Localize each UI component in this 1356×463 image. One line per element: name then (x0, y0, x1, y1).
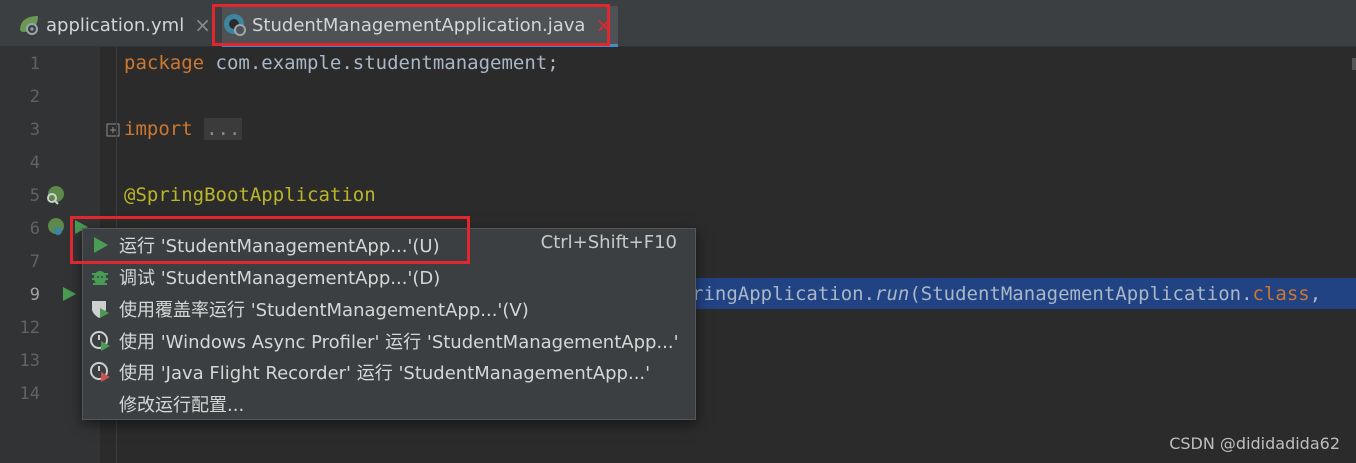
keyword: class (1252, 283, 1310, 305)
profiler-icon (89, 330, 111, 352)
menu-item-label: 调试 'StudentManagementApp...'(D) (119, 268, 441, 289)
package-name: com.example.studentmanagement; (204, 52, 559, 74)
line-number: 13 (19, 351, 40, 371)
editor-tab-bar: application.yml × StudentManagementAppli… (0, 0, 1356, 47)
menu-item-label: 使用 'Java Flight Recorder' 运行 'StudentMan… (119, 363, 651, 384)
code-text: ringApplication. (692, 283, 876, 305)
menu-item-label: 使用覆盖率运行 'StudentManagementApp...'(V) (119, 300, 529, 321)
close-icon[interactable]: × (194, 13, 211, 37)
line-number: 14 (19, 384, 40, 404)
line-number: 7 (29, 252, 40, 272)
watermark: CSDN @dididadida62 (1169, 434, 1340, 453)
line-number: 2 (29, 87, 40, 107)
annotation: @SpringBootApplication (124, 184, 376, 206)
line-number: 5 (29, 186, 40, 206)
line-number: 3 (29, 120, 40, 140)
menu-item-async-profiler[interactable]: 使用 'Windows Async Profiler' 运行 'StudentM… (83, 325, 695, 356)
code-line-3[interactable]: import ... (124, 118, 243, 140)
code-text: , (1309, 283, 1322, 305)
code-line-1[interactable]: package com.example.studentmanagement; (124, 52, 559, 74)
line-number: 1 (29, 54, 40, 74)
menu-item-label: 使用 'Windows Async Profiler' 运行 'StudentM… (119, 332, 679, 353)
line-number: 4 (29, 153, 40, 173)
code-text: (StudentManagementApplication. (909, 283, 1253, 305)
flight-recorder-icon (89, 361, 111, 383)
line-number: 6 (29, 219, 40, 239)
keyword: package (124, 52, 205, 74)
menu-item-coverage[interactable]: 使用覆盖率运行 'StudentManagementApp...'(V) (83, 293, 695, 324)
menu-item-label: 修改运行配置... (119, 395, 245, 416)
spring-config-icon (16, 12, 42, 38)
spring-bean-icon[interactable] (44, 184, 66, 210)
code-line-6[interactable]: @SpringBootApplication (124, 184, 376, 206)
run-gutter-icon[interactable] (60, 285, 78, 307)
debug-icon (89, 266, 111, 288)
menu-item-flight-recorder[interactable]: 使用 'Java Flight Recorder' 运行 'StudentMan… (83, 356, 695, 387)
method-name: run (875, 283, 910, 305)
menu-highlight-box (70, 216, 470, 264)
fold-icon[interactable] (106, 122, 120, 141)
spring-bean-icon[interactable] (44, 216, 66, 242)
coverage-icon (89, 298, 111, 320)
scroll-marker (1352, 58, 1356, 70)
tab-highlight-box (212, 4, 610, 46)
line-number: 12 (19, 318, 40, 338)
keyword: import (124, 118, 193, 140)
menu-item-edit-configuration[interactable]: 修改运行配置... (83, 388, 695, 419)
menu-item-debug[interactable]: 调试 'StudentManagementApp...'(D) (83, 261, 695, 292)
menu-item-shortcut: Ctrl+Shift+F10 (540, 232, 677, 253)
tab-label: application.yml (46, 14, 185, 36)
line-number: 9 (29, 285, 40, 305)
tab-application-yml[interactable]: application.yml × (16, 6, 211, 44)
folded-imports[interactable]: ... (204, 118, 243, 140)
code-line-9[interactable]: ringApplication.run(StudentManagementApp… (692, 283, 1321, 305)
